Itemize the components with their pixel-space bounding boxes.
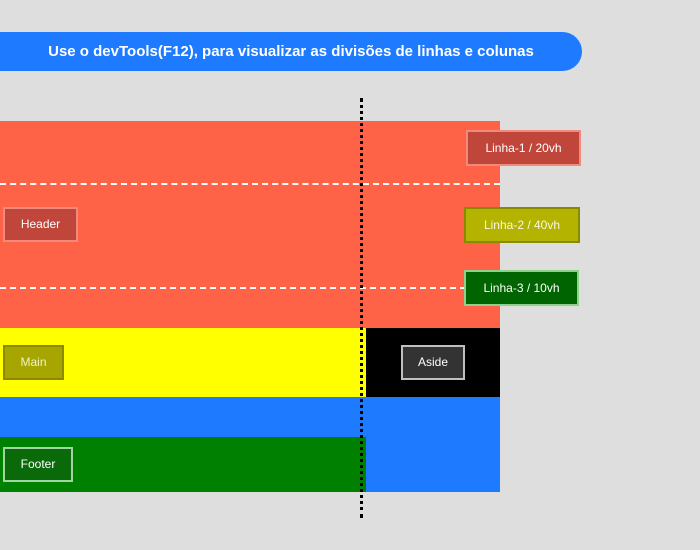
row-divider-1 — [0, 183, 500, 185]
row-divider-2 — [0, 287, 466, 289]
footer-label: Footer — [3, 447, 73, 482]
aside-label: Aside — [401, 345, 465, 380]
row-3-label: Linha-3 / 10vh — [464, 270, 579, 306]
row-1-label: Linha-1 / 20vh — [466, 130, 581, 166]
row-2-label: Linha-2 / 40vh — [464, 207, 580, 243]
info-banner: Use o devTools(F12), para visualizar as … — [0, 32, 582, 71]
header-label: Header — [3, 207, 78, 242]
main-label: Main — [3, 345, 64, 380]
column-divider — [360, 98, 363, 518]
